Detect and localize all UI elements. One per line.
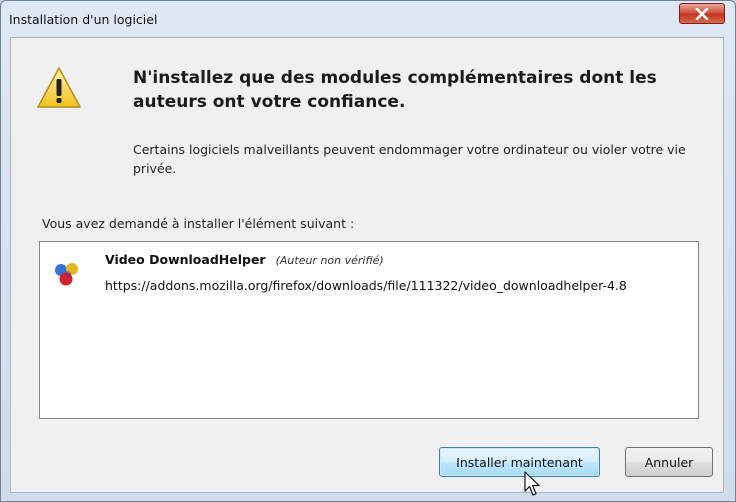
addon-name-row: Video DownloadHelper (Auteur non vérifié) xyxy=(105,252,384,267)
dialog-content: N'installez que des modules complémentai… xyxy=(10,37,724,496)
addon-list[interactable]: Video DownloadHelper (Auteur non vérifié)… xyxy=(39,241,699,419)
install-dialog: Installation d'un logiciel N'installez q… xyxy=(0,0,736,502)
list-item[interactable]: Video DownloadHelper (Auteur non vérifié)… xyxy=(40,242,698,302)
request-label: Vous avez demandé à installer l'élément … xyxy=(42,216,355,231)
addon-name: Video DownloadHelper xyxy=(105,252,266,267)
install-now-button[interactable]: Installer maintenant xyxy=(439,447,600,477)
close-icon xyxy=(695,7,709,20)
warning-headline: N'installez que des modules complémentai… xyxy=(133,68,657,112)
close-button[interactable] xyxy=(679,3,725,24)
addon-icon xyxy=(55,263,78,286)
addon-url: https://addons.mozilla.org/firefox/downl… xyxy=(105,278,627,293)
window-title: Installation d'un logiciel xyxy=(9,12,158,27)
mouse-cursor-icon xyxy=(524,471,540,496)
warning-description: Certains logiciels malveillants peuvent … xyxy=(133,142,686,176)
warning-icon xyxy=(37,67,81,108)
cancel-button[interactable]: Annuler xyxy=(625,447,713,477)
title-bar[interactable]: Installation d'un logiciel xyxy=(1,1,735,37)
addon-author-note: (Auteur non vérifié) xyxy=(275,254,384,267)
